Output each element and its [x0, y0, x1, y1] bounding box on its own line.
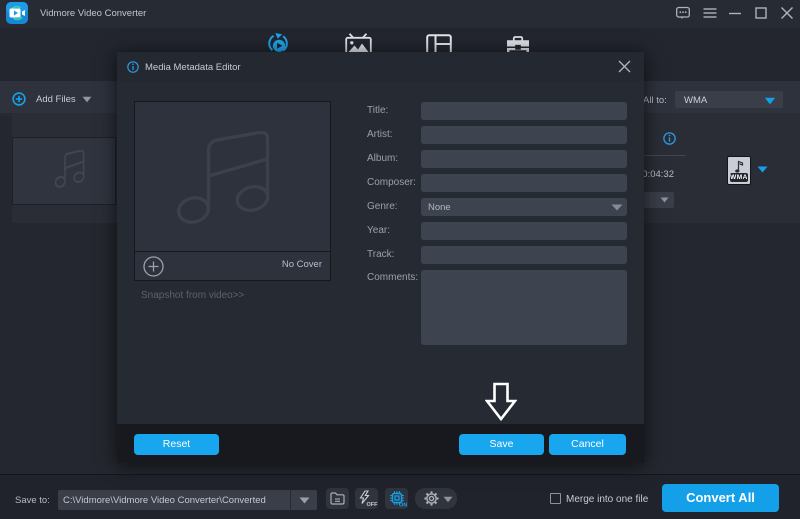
svg-text:OFF: OFF: [367, 502, 379, 507]
svg-text:ON: ON: [399, 503, 407, 508]
